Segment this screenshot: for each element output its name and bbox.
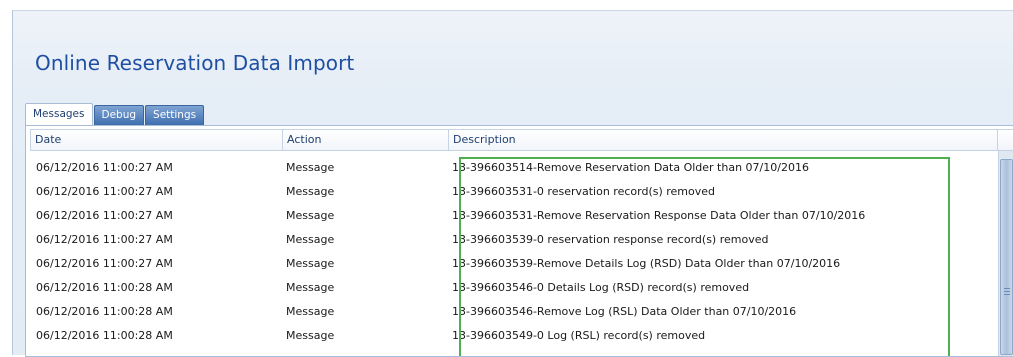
- action-cell: Message: [286, 329, 335, 342]
- window-title: Online Reservation Data Import: [35, 51, 355, 75]
- tab-debug[interactable]: Debug: [93, 105, 145, 125]
- description-cell: 13-396603546-0 Details Log (RSD) record(…: [452, 281, 750, 294]
- table-row[interactable]: 06/12/2016 11:00:27 AM Message 13-396603…: [30, 180, 990, 204]
- import-window: Online Reservation Data Import Messages …: [12, 10, 1013, 357]
- scrollbar-thumb[interactable]: [1000, 159, 1013, 355]
- date-cell: 06/12/2016 11:00:27 AM: [36, 161, 173, 174]
- grip-line: [1004, 288, 1010, 289]
- action-cell: Message: [286, 161, 335, 174]
- tab-messages[interactable]: Messages: [25, 103, 93, 125]
- action-cell: Message: [286, 233, 335, 246]
- table-row[interactable]: 06/12/2016 11:00:27 AM Message 13-396603…: [30, 252, 990, 276]
- messages-panel: Date Action Description 06/12/2016 11:00…: [25, 125, 1013, 357]
- description-cell: 13-396603531-0 reservation record(s) rem…: [452, 185, 716, 198]
- table-row[interactable]: 06/12/2016 11:00:28 AM Message 13-396603…: [30, 276, 990, 300]
- column-header-action[interactable]: Action: [283, 130, 449, 150]
- table-row[interactable]: 06/12/2016 11:00:27 AM Message 13-396603…: [30, 156, 990, 180]
- table-row[interactable]: 06/12/2016 11:00:27 AM Message 13-396603…: [30, 204, 990, 228]
- action-cell: Message: [286, 257, 335, 270]
- date-cell: 06/12/2016 11:00:28 AM: [36, 329, 173, 342]
- tab-settings[interactable]: Settings: [145, 105, 205, 125]
- column-header-description[interactable]: Description: [449, 130, 998, 150]
- action-cell: Message: [286, 305, 335, 318]
- description-cell: 13-396603549-0 Log (RSL) record(s) remov…: [452, 329, 706, 342]
- table-row[interactable]: 06/12/2016 11:00:28 AM Message 13-396603…: [30, 324, 990, 348]
- action-cell: Message: [286, 209, 335, 222]
- grip-line: [1004, 291, 1010, 292]
- action-cell: Message: [286, 281, 335, 294]
- date-cell: 06/12/2016 11:00:28 AM: [36, 281, 173, 294]
- date-cell: 06/12/2016 11:00:27 AM: [36, 257, 173, 270]
- description-cell: 13-396603546-Remove Log (RSL) Data Older…: [452, 305, 797, 318]
- tab-strip: Messages Debug Settings: [25, 103, 205, 125]
- date-cell: 06/12/2016 11:00:27 AM: [36, 209, 173, 222]
- date-cell: 06/12/2016 11:00:27 AM: [36, 233, 173, 246]
- action-cell: Message: [286, 185, 335, 198]
- table-row[interactable]: 06/12/2016 11:00:28 AM Message 13-396603…: [30, 300, 990, 324]
- description-cell: 13-396603539-0 reservation response reco…: [452, 233, 769, 246]
- description-cell: 13-396603531-Remove Reservation Response…: [452, 209, 866, 222]
- date-cell: 06/12/2016 11:00:27 AM: [36, 185, 173, 198]
- grid-header: Date Action Description: [30, 129, 1013, 151]
- description-cell: 13-396603514-Remove Reservation Data Old…: [452, 161, 809, 174]
- table-row[interactable]: 06/12/2016 11:00:27 AM Message 13-396603…: [30, 228, 990, 252]
- date-cell: 06/12/2016 11:00:28 AM: [36, 305, 173, 318]
- description-cell: 13-396603539-Remove Details Log (RSD) Da…: [452, 257, 841, 270]
- vertical-scrollbar[interactable]: [998, 151, 1013, 356]
- column-header-date[interactable]: Date: [31, 130, 283, 150]
- grip-line: [1004, 294, 1010, 295]
